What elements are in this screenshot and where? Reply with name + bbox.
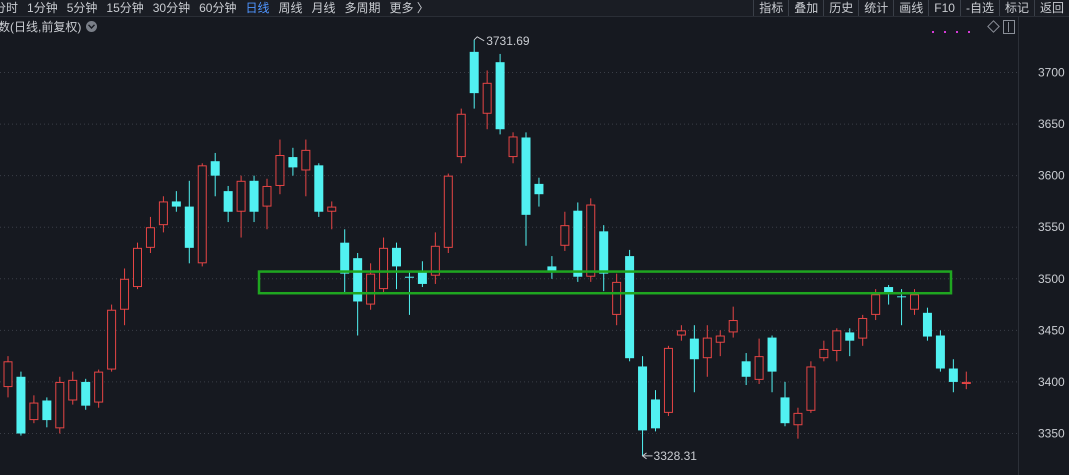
candle-body <box>275 155 285 186</box>
candle-body <box>236 180 246 212</box>
candle-body <box>392 247 401 267</box>
candle-body <box>94 371 104 403</box>
candle-body <box>404 276 414 278</box>
candle-body <box>55 381 65 429</box>
candle-body <box>845 332 855 341</box>
candle-body <box>534 183 544 195</box>
candle-body <box>42 400 52 421</box>
candle-body <box>741 361 751 377</box>
high-marker-arrow <box>473 36 485 42</box>
candle-body <box>599 231 609 274</box>
candle-body <box>521 137 531 215</box>
y-tick-label: 3450 <box>1038 323 1065 337</box>
candle-body <box>16 376 26 434</box>
candle-body <box>29 402 39 421</box>
candle-body <box>68 379 78 401</box>
candle-body <box>715 335 725 343</box>
candle-body <box>663 347 673 413</box>
candle-body <box>262 185 272 207</box>
candle-body <box>249 180 259 212</box>
candle-body <box>340 242 350 274</box>
candle-body <box>495 62 505 130</box>
y-tick-label: 3600 <box>1038 169 1065 183</box>
candle-body <box>353 258 363 302</box>
candle-body <box>767 337 777 372</box>
candle-body <box>689 338 699 360</box>
candle-body <box>508 136 518 158</box>
candle-body <box>314 165 324 212</box>
candlestick-chart[interactable]: 3350 3400 3450 3500 3550 3600 3650 3700 3731.69 3… <box>0 0 1069 475</box>
candle-body <box>676 330 686 336</box>
candle-body <box>210 161 220 176</box>
candle-body <box>819 348 829 359</box>
candle-body <box>327 206 337 212</box>
candle-body <box>184 206 194 248</box>
candle-body <box>223 191 233 212</box>
candle-body <box>935 335 945 369</box>
candle-body <box>171 201 181 207</box>
candle-body <box>288 157 298 168</box>
candle-body <box>3 361 13 388</box>
candle-body <box>120 278 130 310</box>
candle-body <box>612 281 622 315</box>
candle-body <box>366 273 376 305</box>
candle-body <box>81 381 91 406</box>
candle-body <box>158 201 168 226</box>
candle-body <box>922 312 932 337</box>
y-tick-label: 3700 <box>1038 66 1065 80</box>
y-tick-label: 3550 <box>1038 220 1065 234</box>
y-tick-label: 3400 <box>1038 375 1065 389</box>
candle-body <box>560 225 570 246</box>
candle-body <box>133 247 142 288</box>
candle-body <box>806 366 816 411</box>
candle-body <box>651 399 660 429</box>
candle-body <box>379 247 389 290</box>
candle-body <box>107 309 117 370</box>
candle-body <box>301 149 311 171</box>
candle-body <box>858 317 868 339</box>
candle-body <box>871 294 881 315</box>
candle-body <box>961 381 971 384</box>
support-resistance-box <box>257 270 953 295</box>
candle-body <box>456 113 466 158</box>
candle-body <box>573 210 583 277</box>
candle-body <box>469 51 479 94</box>
candle-body <box>780 397 790 424</box>
high-price-label: 3731.69 <box>486 34 530 48</box>
candle-body <box>702 337 712 359</box>
candle-body <box>897 296 907 298</box>
candle-body <box>728 320 738 333</box>
low-price-label: 3328.31 <box>654 449 698 463</box>
candle-body <box>443 175 453 248</box>
y-tick-label: 3650 <box>1038 117 1065 131</box>
y-tick-label: 3500 <box>1038 272 1065 286</box>
candle-body <box>910 294 919 310</box>
candle-body <box>145 227 155 248</box>
candle-body <box>482 82 492 114</box>
candle-body <box>793 412 803 426</box>
candle-body <box>948 368 958 382</box>
candle-body <box>832 330 842 351</box>
candle-body <box>586 204 596 277</box>
candle-body <box>638 366 648 431</box>
candle-body <box>884 287 894 293</box>
candle-body <box>197 165 207 264</box>
y-tick-label: 3350 <box>1038 427 1065 441</box>
candle-body <box>754 356 764 380</box>
